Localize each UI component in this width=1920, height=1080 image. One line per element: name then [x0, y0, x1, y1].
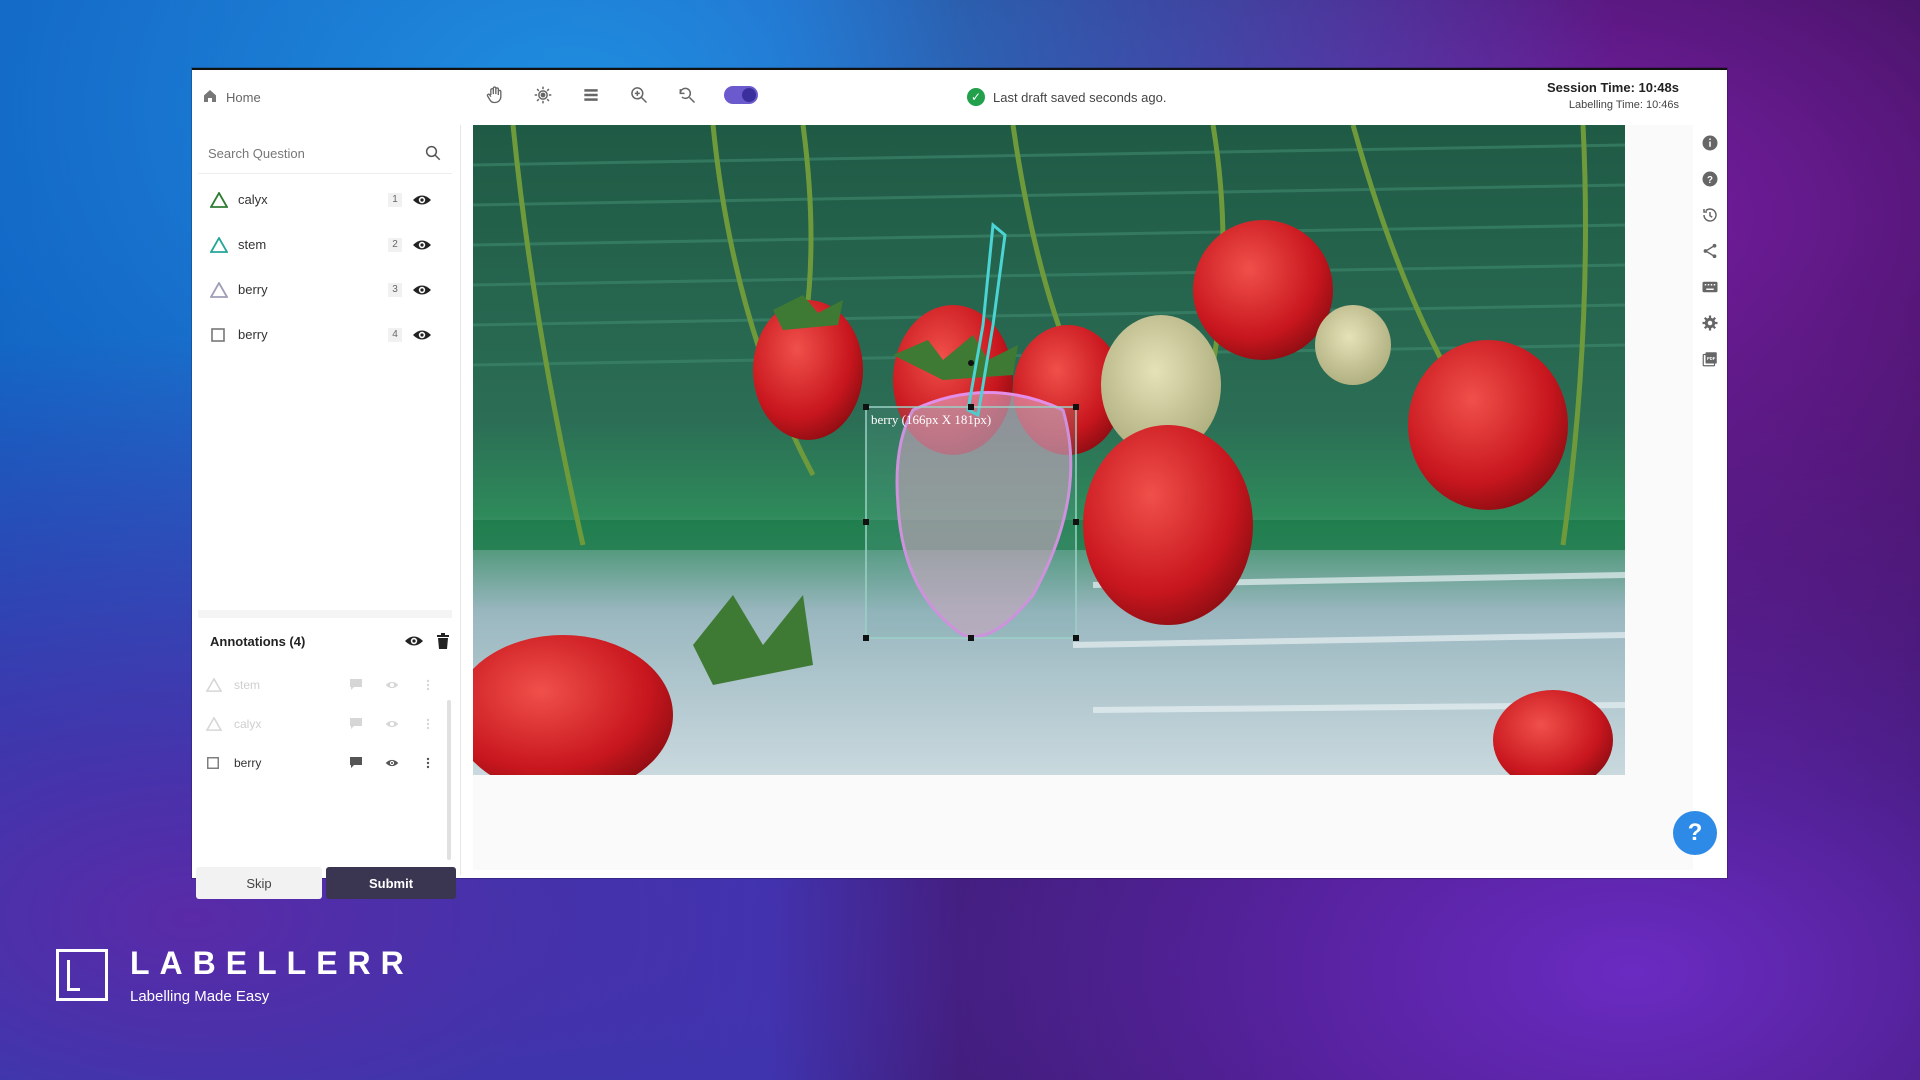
app-window: Home ✓ Last draft saved seconds ago. Ses… — [192, 68, 1727, 899]
submit-button[interactable]: Submit — [326, 867, 456, 899]
labelling-time: Labelling Time: 10:46s — [1568, 99, 1679, 111]
eye-icon[interactable] — [374, 680, 410, 690]
settings-gear-icon[interactable] — [1693, 305, 1727, 341]
more-vert-icon[interactable] — [410, 757, 446, 769]
tool-group — [482, 82, 758, 108]
polygon-icon — [210, 236, 234, 253]
right-toolbar: ? PDF — [1693, 125, 1727, 445]
mode-toggle[interactable] — [724, 86, 758, 104]
brand-name: LABELLERR — [130, 945, 414, 981]
annotation-label: berry — [234, 755, 262, 770]
search-icon[interactable] — [424, 144, 442, 162]
hotkey-badge: 1 — [388, 192, 402, 207]
question-item-calyx[interactable]: calyx 1 — [198, 177, 452, 222]
search-placeholder: Search Question — [208, 145, 305, 161]
eye-icon[interactable] — [374, 758, 410, 768]
session-time: Session Time: 10:48s — [1547, 80, 1679, 95]
annotation-label: calyx — [234, 716, 262, 731]
home-label: Home — [226, 90, 261, 105]
share-icon[interactable] — [1693, 233, 1727, 269]
eye-icon[interactable] — [404, 634, 424, 648]
hotkey-badge: 4 — [388, 327, 402, 342]
annotation-item-berry[interactable]: berry — [206, 743, 446, 782]
zoom-in-icon[interactable] — [626, 82, 652, 108]
eye-icon[interactable] — [374, 719, 410, 729]
comment-icon[interactable] — [338, 757, 374, 768]
hotkey-badge: 2 — [388, 237, 402, 252]
save-status-text: Last draft saved seconds ago. — [993, 89, 1167, 105]
pan-hand-icon[interactable] — [482, 82, 508, 108]
annotations-header: Annotations (4) — [210, 633, 450, 649]
search-input[interactable]: Search Question — [198, 133, 452, 174]
bounding-box-label: berry (166px X 181px) — [871, 412, 991, 427]
svg-text:PDF: PDF — [1707, 356, 1716, 361]
polygon-icon — [206, 677, 226, 692]
pdf-icon[interactable]: PDF — [1693, 341, 1727, 377]
polygon-icon — [210, 281, 234, 298]
layers-icon[interactable] — [578, 82, 604, 108]
trash-icon[interactable] — [436, 633, 450, 649]
zoom-reset-icon[interactable] — [674, 82, 700, 108]
help-fab-button[interactable]: ? — [1673, 811, 1717, 855]
history-icon[interactable] — [1693, 197, 1727, 233]
strawberry-image[interactable]: berry (166px X 181px) — [473, 125, 1625, 775]
annotation-label: stem — [234, 677, 261, 692]
question-label: berry — [238, 282, 268, 297]
eye-icon[interactable] — [412, 238, 434, 252]
annotation-item-stem[interactable]: stem — [206, 665, 446, 704]
bounding-box-icon — [210, 327, 234, 343]
comment-icon[interactable] — [338, 679, 374, 690]
brightness-icon[interactable] — [530, 82, 556, 108]
logo-mark-icon — [56, 949, 108, 1001]
annotation-scrollbar[interactable] — [447, 700, 451, 860]
hotkey-badge: 3 — [388, 282, 402, 297]
check-circle-icon: ✓ — [967, 88, 985, 106]
question-item-berry-box[interactable]: berry 4 — [198, 312, 452, 357]
more-vert-icon[interactable] — [410, 679, 446, 691]
question-label: calyx — [238, 192, 268, 207]
home-link[interactable]: Home — [202, 88, 261, 107]
save-status: ✓ Last draft saved seconds ago. — [967, 88, 1166, 106]
question-list: calyx 1 stem 2 berry 3 berry 4 — [198, 177, 452, 357]
polygon-icon — [206, 716, 226, 731]
brand-tagline: Labelling Made Easy — [130, 988, 270, 1005]
more-vert-icon[interactable] — [410, 718, 446, 730]
info-icon[interactable] — [1693, 125, 1727, 161]
panel-resize-handle[interactable] — [198, 610, 452, 618]
help-circle-icon[interactable]: ? — [1693, 161, 1727, 197]
question-item-stem[interactable]: stem 2 — [198, 222, 452, 267]
svg-text:?: ? — [1707, 175, 1713, 186]
brand-logo: LABELLERR Labelling Made Easy — [56, 945, 414, 1005]
action-buttons: Skip Submit — [196, 867, 456, 899]
annotation-item-calyx[interactable]: calyx — [206, 704, 446, 743]
polygon-icon — [210, 191, 234, 208]
bounding-box-icon — [206, 756, 226, 770]
comment-icon[interactable] — [338, 718, 374, 729]
eye-icon[interactable] — [412, 193, 434, 207]
eye-icon[interactable] — [412, 328, 434, 342]
top-toolbar: Home ✓ Last draft saved seconds ago. Ses… — [192, 70, 1727, 122]
question-label: berry — [238, 327, 268, 342]
question-panel: Search Question calyx 1 stem 2 berry 3 b… — [192, 125, 461, 899]
timer: Session Time: 10:48s Labelling Time: 10:… — [1547, 80, 1679, 111]
home-icon — [202, 88, 218, 107]
question-item-berry-polygon[interactable]: berry 3 — [198, 267, 452, 312]
annotation-list: stem calyx berry — [206, 665, 446, 782]
annotations-title: Annotations (4) — [210, 633, 306, 649]
eye-icon[interactable] — [412, 283, 434, 297]
question-label: stem — [238, 237, 267, 252]
annotation-canvas[interactable]: berry (166px X 181px) — [473, 125, 1693, 870]
keyboard-icon[interactable] — [1693, 269, 1727, 305]
skip-button[interactable]: Skip — [196, 867, 322, 899]
